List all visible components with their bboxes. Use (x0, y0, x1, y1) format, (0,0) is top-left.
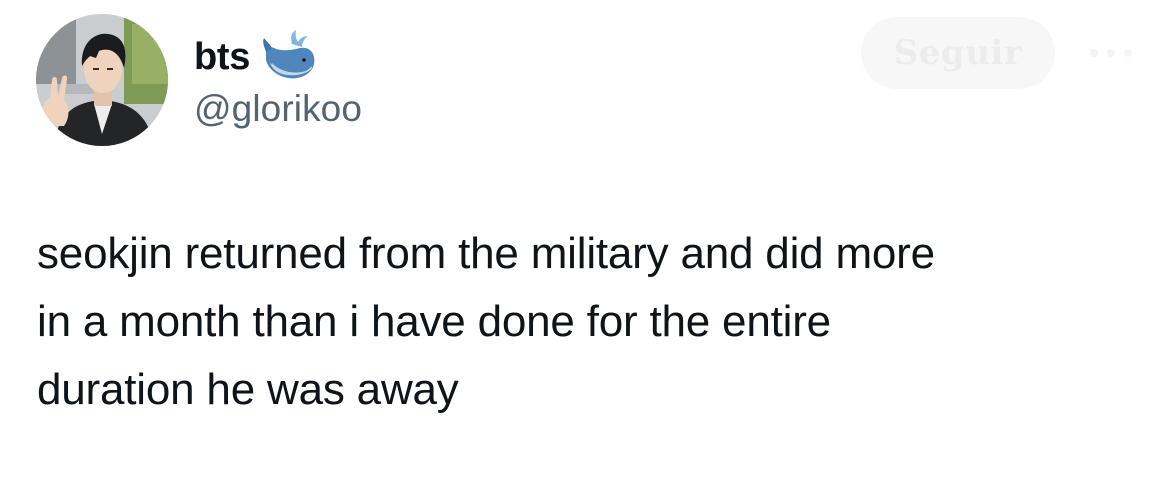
author-name-row: bts (194, 30, 318, 84)
tweet-text-line: in a month than i have done for the enti… (37, 297, 831, 346)
follow-button[interactable]: Seguir (861, 17, 1055, 89)
author-handle[interactable]: @glorikoo (194, 84, 362, 134)
tweet-text-line: seokjin returned from the military and d… (37, 229, 935, 278)
tweet-text: seokjin returned from the military and d… (37, 220, 1147, 424)
more-dots-icon (1090, 49, 1132, 57)
follow-label: Seguir (893, 33, 1023, 73)
avatar[interactable] (36, 14, 168, 146)
more-options-button[interactable] (1088, 30, 1134, 76)
display-name[interactable]: bts (194, 32, 250, 82)
tweet-text-line: duration he was away (37, 365, 459, 414)
whale-icon (262, 30, 318, 84)
tweet-card: bts @glorikoo Seguir seokjin returned fr… (0, 0, 1170, 494)
avatar-photo (36, 14, 168, 146)
